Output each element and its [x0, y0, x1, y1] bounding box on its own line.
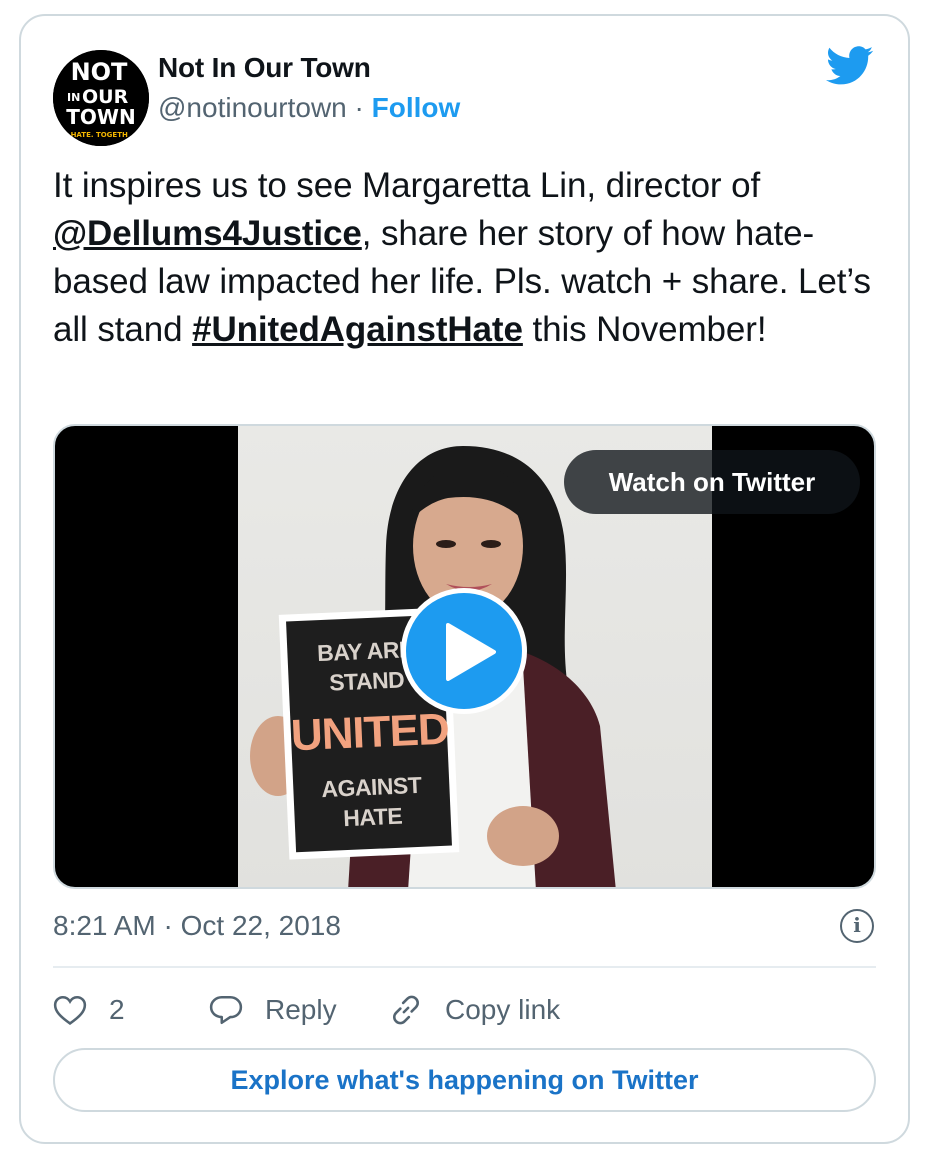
copy-link-label: Copy link: [445, 994, 561, 1025]
sign-line: HATE: [342, 802, 403, 832]
play-icon: [446, 623, 496, 681]
sign-line-big: UNITED: [289, 704, 450, 761]
tweet-date: Oct 22, 2018: [180, 910, 341, 941]
tweet-text-part: It inspires us to see Margaretta Lin, di…: [53, 166, 761, 205]
explore-twitter-button[interactable]: Explore what's happening on Twitter: [53, 1048, 876, 1112]
author-name[interactable]: Not In Our Town: [158, 52, 371, 84]
svg-text:NOT: NOT: [71, 58, 128, 86]
tweet-card: NOT IN OUR TOWN P HATE. TOGETH Not In Ou…: [19, 14, 910, 1144]
reply-button[interactable]: Reply: [209, 988, 337, 1032]
tweet-text-part: this November!: [522, 310, 767, 349]
tweet-time: 8:21 AM: [53, 910, 156, 941]
info-icon[interactable]: i: [840, 909, 874, 943]
svg-text:P HATE. TOGETH: P HATE. TOGETH: [63, 131, 128, 139]
avatar-logo: NOT IN OUR TOWN P HATE. TOGETH: [53, 50, 149, 146]
video-player[interactable]: BAY ARE STAND UNITED AGAINST HATE Watch …: [53, 424, 876, 889]
divider: [53, 966, 876, 968]
timestamp-separator: ·: [163, 910, 173, 941]
watch-on-twitter-button[interactable]: Watch on Twitter: [564, 450, 860, 514]
handle-separator: ·: [354, 92, 364, 123]
twitter-bird-icon[interactable]: [826, 46, 874, 86]
link-icon: [393, 995, 419, 1025]
author-handle[interactable]: @notinourtown: [158, 92, 347, 123]
like-count: 2: [109, 994, 125, 1025]
svg-text:IN: IN: [67, 91, 80, 104]
author-avatar[interactable]: NOT IN OUR TOWN P HATE. TOGETH: [53, 50, 149, 146]
reply-label: Reply: [265, 994, 337, 1025]
svg-text:TOWN: TOWN: [66, 105, 135, 129]
author-handle-line: @notinourtown · Follow: [158, 92, 460, 124]
hashtag-link[interactable]: #UnitedAgainstHate: [192, 310, 523, 349]
tweet-actions: 2 Reply Copy link: [53, 988, 653, 1032]
follow-link[interactable]: Follow: [372, 92, 461, 123]
mention-link[interactable]: @Dellums4Justice: [53, 214, 362, 253]
tweet-timestamp[interactable]: 8:21 AM · Oct 22, 2018: [53, 910, 341, 942]
reply-bubble-icon: [209, 995, 243, 1025]
heart-icon: [53, 995, 87, 1026]
copy-link-button[interactable]: Copy link: [389, 988, 560, 1032]
like-button[interactable]: 2: [53, 988, 125, 1032]
play-button[interactable]: [401, 588, 527, 714]
tweet-text: It inspires us to see Margaretta Lin, di…: [53, 162, 883, 354]
